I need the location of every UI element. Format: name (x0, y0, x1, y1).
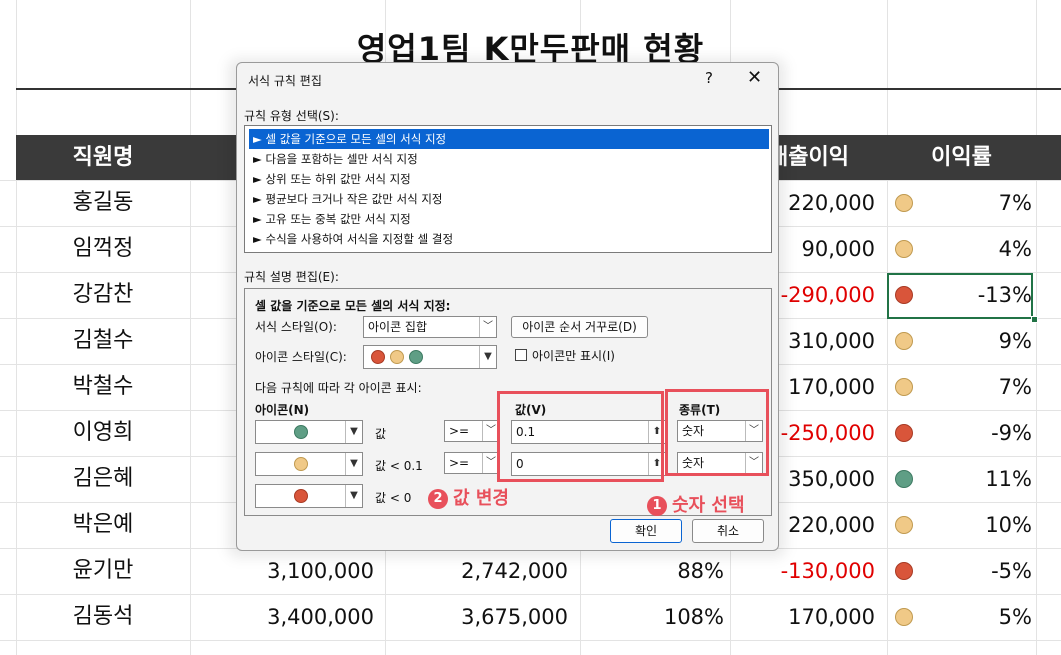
yellow-circle-icon (895, 194, 913, 212)
type-highlight-box (665, 389, 769, 476)
dropdown-arrow-icon: ▼ (345, 421, 362, 443)
operator-value: >= (449, 456, 470, 470)
cell-rate[interactable]: -9% (920, 410, 1032, 456)
cell-name[interactable]: 윤기만 (16, 548, 190, 594)
cell-name[interactable]: 김은혜 (16, 456, 190, 502)
rule-type-item[interactable]: ► 평균보다 크거나 작은 값만 서식 지정 (249, 189, 769, 209)
rule-condition-1: 값 (375, 427, 387, 441)
dropdown-arrow-icon: ▼ (345, 453, 362, 475)
cell-rate[interactable]: 4% (920, 226, 1032, 272)
cell-sales[interactable]: 3,400,000 (190, 594, 374, 640)
cell-name[interactable]: 홍길동 (16, 180, 190, 226)
step1-text: 숫자 선택 (672, 495, 745, 516)
header-name[interactable]: 직원명 (16, 135, 190, 180)
operator-value: >= (449, 424, 470, 438)
red-circle-icon (371, 350, 385, 364)
ok-button[interactable]: 확인 (610, 519, 682, 543)
step2-number: 2 (428, 489, 448, 509)
rule-type-item[interactable]: ► 고유 또는 중복 값만 서식 지정 (249, 209, 769, 229)
dialog-title: 서식 규칙 편집 (248, 74, 322, 88)
rule-type-label: 규칙 유형 선택(S): (244, 109, 339, 123)
annotation-step1: 1 숫자 선택 (647, 491, 745, 517)
operator-select-2[interactable]: >= ﹀ (444, 452, 500, 474)
value-highlight-box (497, 391, 664, 482)
edit-label: 규칙 설명 편집(E): (244, 270, 339, 284)
dropdown-arrow-icon: ▼ (479, 346, 496, 368)
icon-only-checkbox[interactable] (515, 349, 527, 361)
cell-name[interactable]: 김철수 (16, 318, 190, 364)
help-button[interactable]: ? (705, 69, 713, 87)
icon-style-select[interactable]: ▼ (363, 345, 497, 369)
green-circle-icon (294, 425, 308, 439)
step2-text: 값 변경 (453, 488, 509, 509)
annotation-step2: 2값 변경 (428, 484, 509, 510)
cell-rate[interactable]: 10% (920, 502, 1032, 548)
cell-rate[interactable]: 9% (920, 318, 1032, 364)
yellow-circle-icon (895, 516, 913, 534)
icon-only-label: 아이콘만 표시(I) (532, 349, 615, 363)
header-rate[interactable]: 이익률 (887, 135, 1036, 180)
yellow-circle-icon (895, 378, 913, 396)
fill-handle[interactable] (1031, 316, 1038, 323)
cell-ratio[interactable]: 108% (580, 594, 724, 640)
red-circle-icon (895, 562, 913, 580)
step1-number: 1 (647, 496, 667, 516)
cell-name[interactable]: 임꺽정 (16, 226, 190, 272)
cell-profit[interactable]: 170,000 (730, 594, 875, 640)
close-button[interactable]: ✕ (747, 67, 762, 88)
red-circle-icon (294, 489, 308, 503)
icon-select-1[interactable]: ▼ (255, 420, 363, 444)
cell-rate[interactable]: 5% (920, 594, 1032, 640)
green-circle-icon (895, 470, 913, 488)
rule-condition-2: 값 < 0.1 (375, 459, 423, 473)
rule-type-item[interactable]: ► 셀 값을 기준으로 모든 셀의 서식 지정 (249, 129, 769, 149)
icon-style-label: 아이콘 스타일(C): (255, 350, 347, 364)
cell-name[interactable]: 김동석 (16, 594, 190, 640)
grid-line (887, 0, 888, 655)
rule-type-list[interactable]: ► 셀 값을 기준으로 모든 셀의 서식 지정 ► 다음을 포함하는 셀만 서식… (244, 125, 772, 253)
yellow-circle-icon (895, 240, 913, 258)
cell-rate[interactable]: 11% (920, 456, 1032, 502)
operator-select-1[interactable]: >= ﹀ (444, 420, 500, 442)
yellow-circle-icon (895, 332, 913, 350)
reverse-icon-order-button[interactable]: 아이콘 순서 거꾸로(D) (511, 316, 648, 338)
selected-cell[interactable] (887, 273, 1033, 319)
rule-type-item[interactable]: ► 상위 또는 하위 값만 서식 지정 (249, 169, 769, 189)
dropdown-arrow-icon: ▼ (345, 485, 362, 507)
cell-cost[interactable]: 3,675,000 (385, 594, 568, 640)
grid-line (0, 640, 1061, 641)
rule-condition-3: 값 < 0 (375, 491, 412, 505)
format-style-label: 서식 스타일(O): (255, 320, 337, 334)
rule-caption: 다음 규칙에 따라 각 아이콘 표시: (255, 381, 422, 395)
yellow-circle-icon (390, 350, 404, 364)
cancel-button[interactable]: 취소 (692, 519, 764, 543)
icon-column-label: 아이콘(N) (255, 403, 310, 417)
cell-rate[interactable]: 7% (920, 180, 1032, 226)
cell-rate[interactable]: 7% (920, 364, 1032, 410)
cell-rate[interactable]: -5% (920, 548, 1032, 594)
cell-name[interactable]: 박철수 (16, 364, 190, 410)
icon-select-2[interactable]: ▼ (255, 452, 363, 476)
format-style-value: 아이콘 집합 (368, 320, 428, 334)
grid-line (1036, 0, 1037, 655)
cell-name[interactable]: 이영희 (16, 410, 190, 456)
green-circle-icon (409, 350, 423, 364)
icon-select-3[interactable]: ▼ (255, 484, 363, 508)
desc-title: 셀 값을 기준으로 모든 셀의 서식 지정: (255, 299, 451, 313)
rule-type-item[interactable]: ► 다음을 포함하는 셀만 서식 지정 (249, 149, 769, 169)
red-circle-icon (895, 424, 913, 442)
chevron-down-icon: ﹀ (479, 317, 496, 337)
cell-name[interactable]: 강감찬 (16, 272, 190, 318)
yellow-circle-icon (294, 457, 308, 471)
cell-name[interactable]: 박은예 (16, 502, 190, 548)
format-style-select[interactable]: 아이콘 집합 ﹀ (363, 316, 497, 338)
yellow-circle-icon (895, 608, 913, 626)
rule-type-item[interactable]: ► 수식을 사용하여 서식을 지정할 셀 결정 (249, 229, 769, 249)
